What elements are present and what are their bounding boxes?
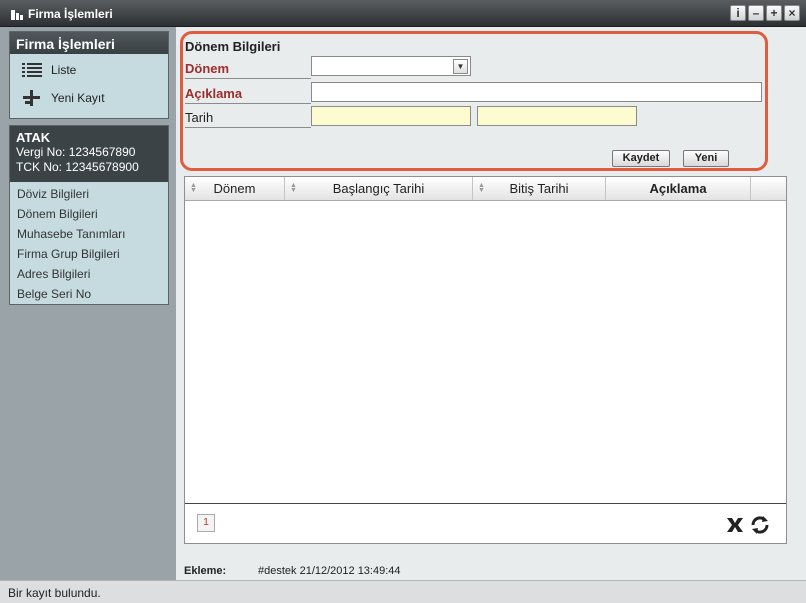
audit-label: Ekleme: — [184, 565, 227, 577]
column-header-donem[interactable]: ▲ ▼ Dönem — [185, 177, 285, 200]
company-panel: ATAK Vergi No: 1234567890 TCK No: 123456… — [9, 125, 169, 305]
sidebar-item-label: Yeni Kayıt — [51, 91, 105, 105]
tarih-end-input[interactable] — [477, 106, 637, 126]
window-title: Firma İşlemleri — [28, 7, 113, 21]
status-text: Bir kayıt bulundu. — [8, 586, 101, 600]
link-adres-bilgileri[interactable]: Adres Bilgileri — [10, 264, 168, 284]
period-grid: ▲ ▼ Dönem ▲ ▼ Başlangıç Tarihi ▲ ▼ Bitiş Ta… — [184, 176, 787, 544]
audit-info: Ekleme: #destek 21/12/2012 13:49:44 — [184, 565, 401, 577]
donem-label: Dönem — [185, 61, 311, 79]
minimize-icon[interactable]: – — [748, 5, 764, 21]
sidebar-item-label: Liste — [51, 63, 77, 77]
window-buttons: i – + × — [730, 5, 800, 21]
new-button[interactable]: Yeni — [683, 150, 729, 167]
sidebar: Firma İşlemleri Liste Yeni Kayıt ATAK Ve… — [0, 27, 176, 580]
sort-icon: ▲ ▼ — [290, 182, 297, 194]
new-record-icon — [23, 90, 40, 106]
chevron-down-icon[interactable]: ▼ — [453, 58, 468, 74]
save-button[interactable]: Kaydet — [612, 150, 670, 167]
period-form: Dönem Bilgileri Dönem ▼ Açıklama Tarih K… — [180, 31, 768, 171]
link-muhasebe-tanimlari[interactable]: Muhasebe Tanımları — [10, 224, 168, 244]
tax-number: Vergi No: 1234567890 — [16, 145, 136, 159]
aciklama-label: Açıklama — [185, 86, 311, 104]
page-number[interactable]: 1 — [197, 514, 215, 532]
company-links: Döviz Bilgileri Dönem Bilgileri Muhasebe… — [10, 182, 168, 304]
grid-header: ▲ ▼ Dönem ▲ ▼ Başlangıç Tarihi ▲ ▼ Bitiş Ta… — [185, 177, 786, 201]
sidebar-item-liste[interactable]: Liste — [10, 56, 168, 84]
info-icon[interactable]: i — [730, 5, 746, 21]
column-header-baslangic[interactable]: ▲ ▼ Başlangıç Tarihi — [285, 177, 473, 200]
link-firma-grup-bilgileri[interactable]: Firma Grup Bilgileri — [10, 244, 168, 264]
company-name: ATAK — [16, 130, 51, 145]
column-header-bitis[interactable]: ▲ ▼ Bitiş Tarihi — [473, 177, 606, 200]
donem-select[interactable]: ▼ — [311, 56, 471, 76]
refresh-icon[interactable] — [749, 514, 771, 536]
link-donem-bilgileri[interactable]: Dönem Bilgileri — [10, 204, 168, 224]
maximize-icon[interactable]: + — [766, 5, 782, 21]
tck-number: TCK No: 12345678900 — [16, 160, 139, 174]
link-doviz-bilgileri[interactable]: Döviz Bilgileri — [10, 184, 168, 204]
tarih-start-input[interactable] — [311, 106, 471, 126]
main-content: Dönem Bilgileri Dönem ▼ Açıklama Tarih K… — [176, 27, 806, 580]
company-info: ATAK Vergi No: 1234567890 TCK No: 123456… — [10, 126, 168, 182]
building-icon — [11, 10, 23, 20]
link-belge-seri-no[interactable]: Belge Seri No — [10, 284, 168, 304]
window-titlebar: Firma İşlemleri i – + × — [0, 0, 806, 27]
list-icon — [22, 63, 42, 77]
audit-value: #destek 21/12/2012 13:49:44 — [258, 565, 401, 577]
form-title: Dönem Bilgileri — [185, 39, 281, 54]
grid-footer: 1 — [185, 503, 786, 543]
column-header-aciklama[interactable]: Açıklama — [606, 177, 751, 200]
sidebar-menu: Firma İşlemleri Liste Yeni Kayıt — [9, 31, 169, 119]
clear-icon[interactable] — [724, 514, 746, 536]
close-icon[interactable]: × — [784, 5, 800, 21]
tarih-label: Tarih — [185, 110, 311, 128]
sort-icon: ▲ ▼ — [190, 182, 197, 194]
status-bar: Bir kayıt bulundu. — [0, 580, 806, 603]
sort-icon: ▲ ▼ — [478, 182, 485, 194]
aciklama-input[interactable] — [311, 82, 762, 102]
sidebar-item-yeni-kayit[interactable]: Yeni Kayıt — [10, 84, 168, 112]
sidebar-menu-title: Firma İşlemleri — [10, 32, 168, 54]
